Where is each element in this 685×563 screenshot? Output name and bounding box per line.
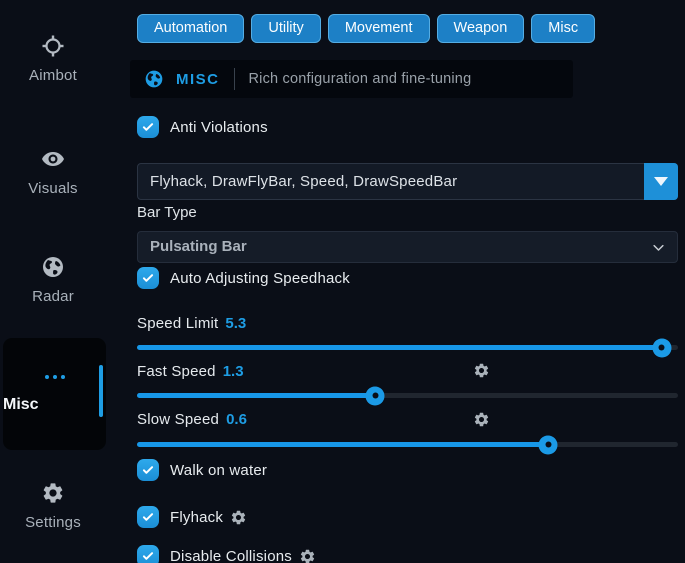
category-tabs: Automation Utility Movement Weapon Misc xyxy=(137,14,595,43)
tab-utility[interactable]: Utility xyxy=(251,14,320,43)
sidebar-item-label: Aimbot xyxy=(0,67,106,84)
sidebar-item-settings[interactable]: Settings xyxy=(0,481,106,531)
sidebar: Aimbot Visuals Radar Misc Settings xyxy=(0,0,130,563)
sidebar-item-label: Visuals xyxy=(0,180,106,197)
tab-misc[interactable]: Misc xyxy=(531,14,595,43)
check-icon xyxy=(141,120,155,134)
slider-fill xyxy=(137,393,375,398)
gear-icon[interactable] xyxy=(473,411,490,428)
gear-icon[interactable] xyxy=(473,362,490,379)
speed-limit-slider[interactable] xyxy=(137,345,678,350)
section-title: MISC xyxy=(176,71,220,88)
slider-label: Fast Speed xyxy=(137,363,216,380)
slider-label: Speed Limit xyxy=(137,315,218,332)
checkbox-label: Auto Adjusting Speedhack xyxy=(170,270,350,287)
checkbox-checked[interactable] xyxy=(137,267,159,289)
sidebar-item-radar[interactable]: Radar xyxy=(0,255,106,305)
cheat-menu-window: Aimbot Visuals Radar Misc Settings Autom… xyxy=(0,0,685,563)
checkbox-checked[interactable] xyxy=(137,545,159,563)
checkbox-anti-violations[interactable]: Anti Violations xyxy=(137,116,268,138)
checkbox-label: Anti Violations xyxy=(170,119,268,136)
checkbox-auto-adjusting-speedhack[interactable]: Auto Adjusting Speedhack xyxy=(137,267,350,289)
crosshair-icon xyxy=(41,34,65,58)
slider-value: 1.3 xyxy=(223,363,244,380)
gear-icon xyxy=(41,481,65,505)
main-content: Automation Utility Movement Weapon Misc … xyxy=(137,0,678,563)
slow-speed-header: Slow Speed 0.6 xyxy=(137,410,247,428)
active-indicator-bar xyxy=(99,365,103,417)
multiselect-value: Flyhack, DrawFlyBar, Speed, DrawSpeedBar xyxy=(150,164,457,199)
fast-speed-slider[interactable] xyxy=(137,393,678,398)
section-subtitle: Rich configuration and fine-tuning xyxy=(249,71,472,87)
slider-fill xyxy=(137,345,662,350)
tab-weapon[interactable]: Weapon xyxy=(437,14,525,43)
check-icon xyxy=(141,271,155,285)
dropdown-arrow-icon xyxy=(654,177,668,186)
slider-fill xyxy=(137,442,548,447)
checkbox-flyhack[interactable]: Flyhack xyxy=(137,506,247,528)
slider-value: 0.6 xyxy=(226,411,247,428)
header-divider xyxy=(234,68,235,90)
eye-icon xyxy=(41,147,65,171)
sidebar-item-visuals[interactable]: Visuals xyxy=(0,147,106,197)
checkbox-label: Flyhack xyxy=(170,509,223,526)
sidebar-item-label: Radar xyxy=(0,288,106,305)
bar-type-select[interactable]: Pulsating Bar xyxy=(137,231,678,263)
sidebar-item-label: Misc xyxy=(3,396,106,414)
gear-icon[interactable] xyxy=(299,548,316,563)
checkbox-checked[interactable] xyxy=(137,116,159,138)
checkbox-label: Disable Collisions xyxy=(170,548,292,563)
checkbox-checked[interactable] xyxy=(137,506,159,528)
gear-icon[interactable] xyxy=(230,509,247,526)
globe-icon xyxy=(41,255,65,279)
section-header: MISC Rich configuration and fine-tuning xyxy=(130,60,573,98)
check-icon xyxy=(141,463,155,477)
check-icon xyxy=(141,510,155,524)
multiselect-dropdown-button[interactable] xyxy=(644,163,678,200)
bars-multiselect[interactable]: Flyhack, DrawFlyBar, Speed, DrawSpeedBar xyxy=(137,163,678,200)
slider-value: 5.3 xyxy=(225,315,246,332)
tab-automation[interactable]: Automation xyxy=(137,14,244,43)
sidebar-item-misc-active[interactable]: Misc xyxy=(3,338,106,450)
sidebar-item-aimbot[interactable]: Aimbot xyxy=(0,34,106,84)
bar-type-label: Bar Type xyxy=(137,204,197,221)
chevron-down-icon xyxy=(651,240,666,255)
fast-speed-header: Fast Speed 1.3 xyxy=(137,362,244,380)
checkbox-disable-collisions[interactable]: Disable Collisions xyxy=(137,545,316,563)
checkbox-label: Walk on water xyxy=(170,462,267,479)
ellipsis-icon xyxy=(3,368,106,386)
checkbox-walk-on-water[interactable]: Walk on water xyxy=(137,459,267,481)
check-icon xyxy=(141,549,155,563)
checkbox-checked[interactable] xyxy=(137,459,159,481)
globe-icon xyxy=(144,69,164,89)
slider-handle[interactable] xyxy=(366,386,385,405)
select-value: Pulsating Bar xyxy=(150,232,247,262)
slider-handle[interactable] xyxy=(652,338,671,357)
tab-movement[interactable]: Movement xyxy=(328,14,430,43)
slider-label: Slow Speed xyxy=(137,411,219,428)
speed-limit-header: Speed Limit 5.3 xyxy=(137,314,246,332)
slider-handle[interactable] xyxy=(539,435,558,454)
slow-speed-slider[interactable] xyxy=(137,442,678,447)
sidebar-item-label: Settings xyxy=(0,514,106,531)
